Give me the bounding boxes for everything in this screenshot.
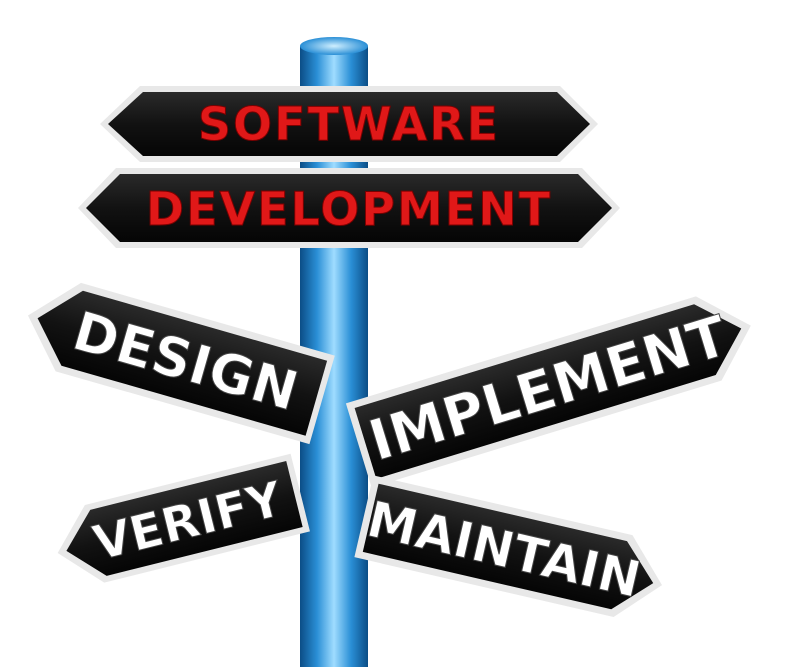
sign-software: SOFTWARE — [100, 86, 598, 162]
sign-development: DEVELOPMENT — [78, 168, 620, 248]
signpost-illustration: SOFTWARE DEVELOPMENT DESIGN IMPLEMENT VE… — [27, 37, 751, 667]
sign-maintain: MAINTAIN — [354, 475, 663, 618]
sign-verify: VERIFY — [57, 453, 310, 583]
sign-software-label: SOFTWARE — [198, 97, 500, 151]
sign-development-label: DEVELOPMENT — [146, 182, 552, 236]
sign-design: DESIGN — [27, 282, 335, 445]
sign-implement: IMPLEMENT — [345, 296, 751, 488]
signpost-image: SOFTWARE DEVELOPMENT DESIGN IMPLEMENT VE… — [0, 0, 800, 667]
